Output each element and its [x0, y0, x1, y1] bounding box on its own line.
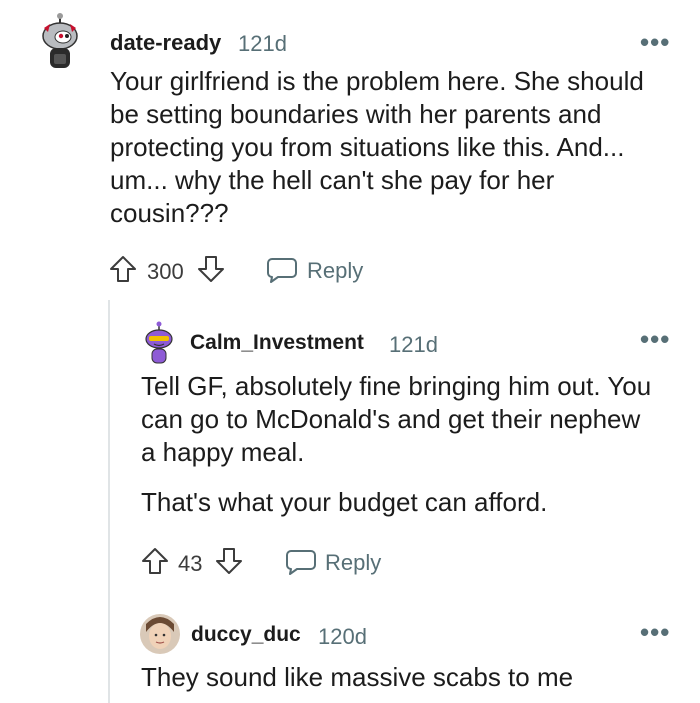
downvote-icon[interactable]: [214, 546, 244, 576]
avatar[interactable]: [143, 321, 175, 365]
comment-author[interactable]: duccy_duc: [191, 623, 301, 647]
snoo-avatar-icon: [145, 321, 173, 364]
upvote-icon[interactable]: [108, 254, 138, 284]
reply-label: Reply: [307, 258, 364, 283]
avatar[interactable]: [36, 12, 84, 72]
comment-age: 121d: [389, 332, 438, 357]
comment-body: They sound like massive scabs to me: [141, 662, 574, 692]
reply-button[interactable]: Reply: [266, 256, 376, 286]
comment-author[interactable]: Calm_Investment: [190, 331, 364, 355]
reply-icon: [266, 256, 298, 284]
comment-age: 121d: [238, 31, 287, 56]
more-options-button[interactable]: •••: [640, 326, 670, 352]
vote-bar: 43: [140, 546, 270, 578]
avatar[interactable]: [140, 614, 180, 654]
reply-icon: [285, 548, 317, 576]
vote-bar: 300: [108, 254, 258, 286]
comment-body-paragraph: Tell GF, absolutely fine bringing him ou…: [141, 371, 652, 467]
snoo-avatar-icon: [42, 13, 78, 68]
vote-count: 300: [147, 259, 184, 284]
user-photo-icon: [140, 614, 180, 654]
upvote-icon[interactable]: [140, 546, 170, 576]
comment-age: 120d: [318, 624, 367, 649]
reply-button[interactable]: Reply: [285, 548, 395, 578]
vote-count: 43: [178, 551, 203, 576]
downvote-icon[interactable]: [196, 254, 226, 284]
more-options-button[interactable]: •••: [640, 619, 670, 645]
comment-body-paragraph: That's what your budget can afford.: [141, 487, 548, 517]
comment-author[interactable]: date-ready: [110, 30, 221, 56]
reply-label: Reply: [325, 550, 382, 575]
thread-line: [108, 300, 110, 703]
more-options-button[interactable]: •••: [640, 29, 670, 55]
comment-body: Your girlfriend is the problem here. She…: [110, 66, 644, 228]
